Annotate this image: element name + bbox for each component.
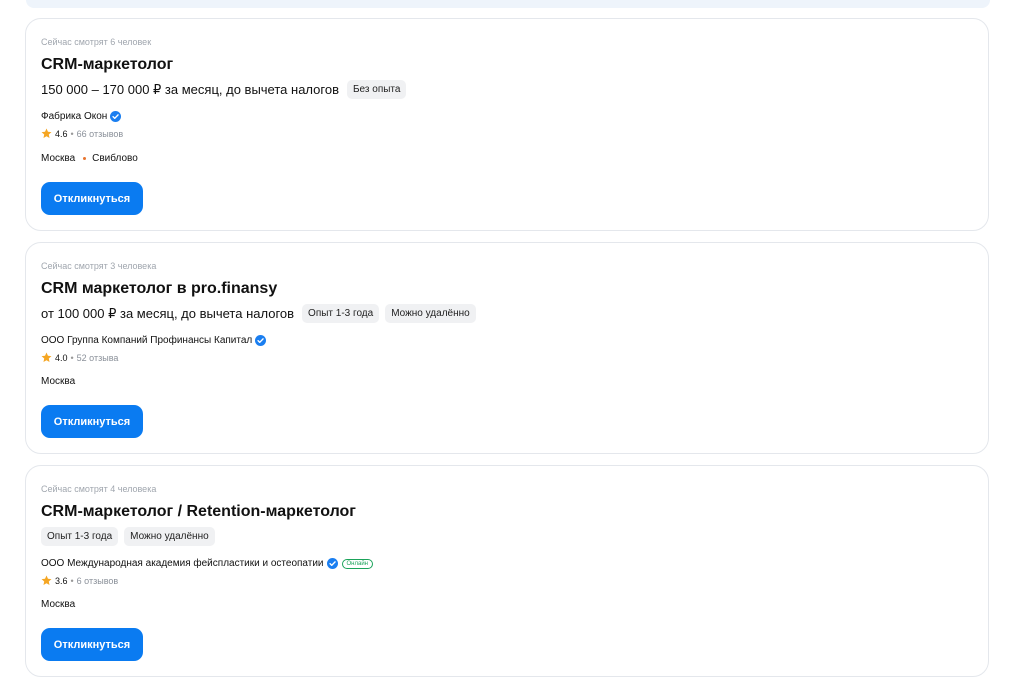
rating-value: 4.6 (55, 128, 68, 139)
remote-tag: Можно удалённо (124, 527, 215, 546)
location-row: Москва (41, 599, 75, 610)
verified-icon (110, 111, 122, 122)
remote-tag: Можно удалённо (385, 304, 476, 323)
separator-dot: • (70, 352, 74, 363)
metro-station: Свиблово (92, 153, 138, 164)
apply-button[interactable]: Откликнуться (41, 628, 143, 661)
company-name[interactable]: ООО Международная академия фейспластики … (41, 558, 324, 569)
city: Москва (41, 153, 76, 164)
salary-row: 150 000 – 170 000 ₽ за месяц, до вычета … (41, 80, 412, 99)
company-row: Фабрика Окон (41, 111, 122, 122)
city: Москва (41, 599, 76, 610)
viewers-count: Сейчас смотрят 4 человека (41, 484, 157, 494)
salary-row: от 100 000 ₽ за месяц, до вычета налогов… (41, 304, 482, 323)
verified-icon (326, 558, 338, 569)
metro-icon (83, 157, 87, 160)
company-row: ООО Группа Компаний Профинансы Капитал (41, 335, 267, 346)
location-row: Москва Свиблово (41, 153, 138, 164)
vacancy-card[interactable]: Сейчас смотрят 6 человек CRM-маркетолог … (25, 18, 989, 231)
apply-button[interactable]: Откликнуться (41, 182, 143, 215)
rating-value: 4.0 (55, 352, 68, 363)
viewers-count: Сейчас смотрят 6 человек (41, 37, 152, 47)
star-icon (41, 352, 52, 362)
rating-row: 4.0 • 52 отзыва (41, 352, 118, 363)
separator-dot: • (70, 575, 74, 586)
vacancy-card[interactable]: Сейчас смотрят 4 человека CRM-маркетолог… (25, 465, 989, 677)
rating-value: 3.6 (55, 575, 68, 586)
online-badge: Онлайн (341, 558, 373, 569)
rating-row: 4.6 • 66 отзывов (41, 128, 123, 139)
star-icon (41, 575, 52, 585)
apply-button[interactable]: Откликнуться (41, 405, 143, 438)
experience-tag: Без опыта (346, 80, 407, 99)
verified-icon (255, 335, 267, 346)
vacancy-card[interactable]: Сейчас смотрят 3 человека CRM маркетолог… (25, 242, 989, 454)
experience-tag: Опыт 1-3 года (302, 304, 380, 323)
salary: 150 000 – 170 000 ₽ за месяц, до вычета … (41, 81, 339, 97)
star-icon (41, 128, 52, 138)
city: Москва (41, 376, 76, 387)
company-name[interactable]: ООО Группа Компаний Профинансы Капитал (41, 335, 252, 346)
reviews-link[interactable]: 6 отзывов (77, 576, 119, 586)
salary: от 100 000 ₽ за месяц, до вычета налогов (41, 305, 295, 321)
experience-tag: Опыт 1-3 года (41, 527, 119, 546)
reviews-link[interactable]: 52 отзыва (77, 353, 119, 363)
tags-row: Опыт 1-3 года Можно удалённо (41, 527, 221, 546)
reviews-link[interactable]: 66 отзывов (77, 129, 124, 139)
vacancy-title[interactable]: CRM-маркетолог / Retention-маркетолог (41, 503, 356, 521)
rating-row: 3.6 • 6 отзывов (41, 575, 118, 586)
previous-card-edge (26, 0, 990, 8)
company-row: ООО Международная академия фейспластики … (41, 558, 373, 569)
viewers-count: Сейчас смотрят 3 человека (41, 261, 157, 271)
separator-dot: • (70, 128, 74, 139)
vacancy-title[interactable]: CRM-маркетолог (41, 56, 173, 74)
company-name[interactable]: Фабрика Окон (41, 111, 107, 122)
vacancy-title[interactable]: CRM маркетолог в pro.finansy (41, 280, 277, 298)
location-row: Москва (41, 376, 75, 387)
